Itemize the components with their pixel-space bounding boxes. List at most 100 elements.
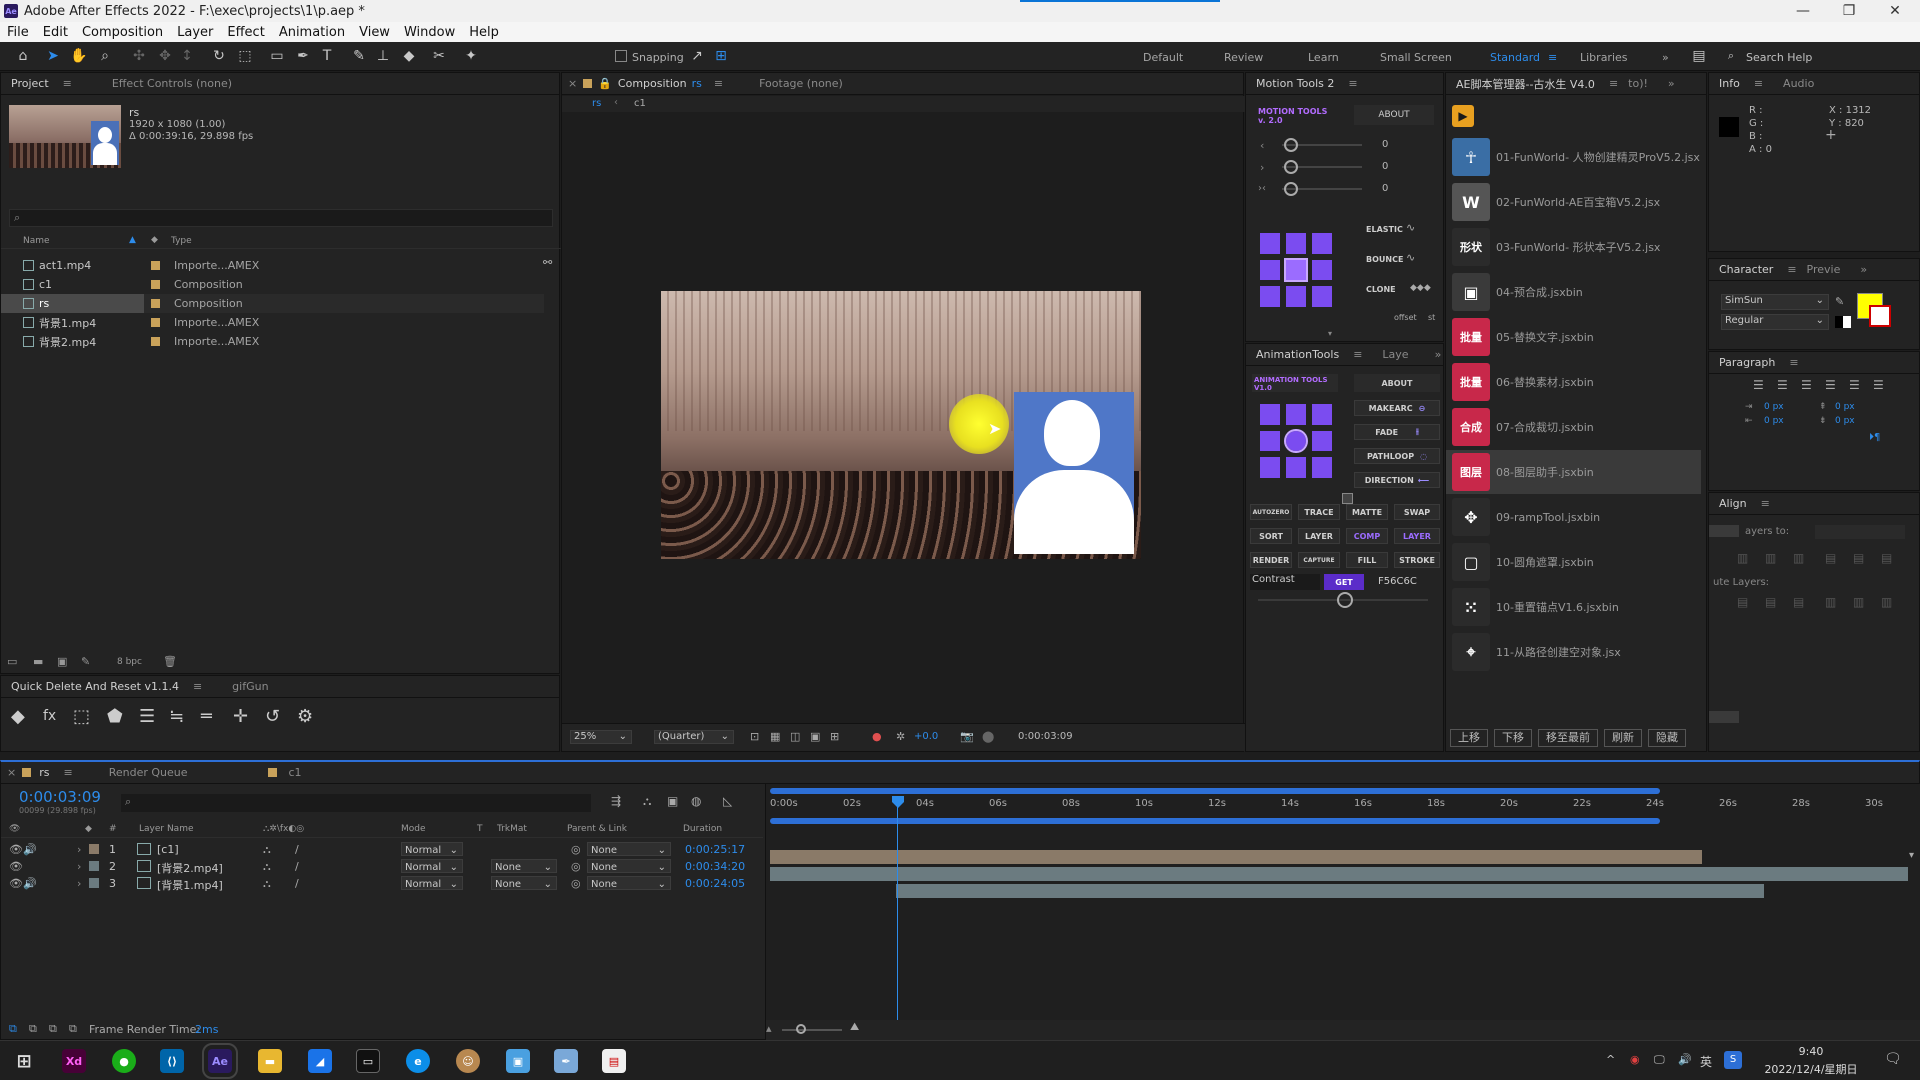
anchor-cell[interactable] bbox=[1260, 404, 1280, 425]
region-icon[interactable]: ▣ bbox=[810, 730, 820, 743]
ease-out-slider[interactable] bbox=[1284, 160, 1298, 174]
parent-pickwhip-icon[interactable]: ◎ bbox=[571, 877, 581, 890]
snapping-checkbox[interactable] bbox=[615, 50, 627, 62]
layer-button[interactable]: LAYER bbox=[1298, 528, 1340, 544]
type-tool-icon[interactable]: T bbox=[318, 47, 336, 65]
anchor-cell[interactable] bbox=[1312, 457, 1332, 478]
align-h-center-icon[interactable]: ▥ bbox=[1765, 551, 1776, 565]
distribute-left-icon[interactable]: ▥ bbox=[1825, 595, 1836, 609]
tray-record-icon[interactable]: ◉ bbox=[1630, 1053, 1640, 1066]
hide-button[interactable]: 隐藏 bbox=[1648, 729, 1686, 747]
expand-transfer-icon[interactable]: ⧉ bbox=[29, 1022, 37, 1036]
col-type[interactable]: Type bbox=[171, 236, 192, 246]
timeline-menu-icon[interactable]: ≡ bbox=[63, 766, 72, 779]
viewer-timecode[interactable]: 0:00:03:09 bbox=[1018, 731, 1073, 742]
animation-tools-menu-icon[interactable]: ≡ bbox=[1353, 348, 1362, 361]
workspace-default[interactable]: Default bbox=[1143, 51, 1183, 64]
collapse-icon[interactable]: ▾ bbox=[1328, 329, 1332, 338]
project-item[interactable]: 背景2.mp4 Importe...AMEX bbox=[1, 332, 556, 351]
tab-tool[interactable]: to)! bbox=[1618, 77, 1658, 90]
tab-audio[interactable]: Audio bbox=[1773, 77, 1824, 90]
layer-row[interactable]: 👁 › 2 [背景2.mp4] ⛬ / Normal ⌄ None ⌄ ◎ None… bbox=[1, 858, 763, 875]
tab-motion-tools[interactable]: Motion Tools 2 bbox=[1246, 77, 1344, 90]
tab-timeline-rs[interactable]: rs bbox=[39, 766, 49, 779]
get-color-button[interactable]: GET bbox=[1324, 574, 1364, 590]
layer-duration[interactable]: 0:00:34:20 bbox=[685, 860, 745, 873]
snap-magnet-icon[interactable]: ↗ bbox=[688, 47, 706, 65]
restore-icon[interactable]: ❐ bbox=[1826, 0, 1872, 22]
sort-asc-icon[interactable]: ▲ bbox=[129, 235, 136, 245]
ime-logo-icon[interactable]: S bbox=[1724, 1051, 1742, 1069]
align-right-icon[interactable]: ☰ bbox=[1801, 378, 1812, 392]
expand-in-out-icon[interactable]: ⧉ bbox=[69, 1022, 77, 1036]
tab-animation-tools[interactable]: AnimationTools bbox=[1246, 348, 1349, 361]
workspace-learn[interactable]: Learn bbox=[1308, 51, 1339, 64]
fade-button[interactable]: FADE ⫲ bbox=[1354, 424, 1440, 440]
direction-button[interactable]: DIRECTION ⟵ bbox=[1354, 472, 1440, 488]
tab-project[interactable]: Project bbox=[1, 77, 59, 90]
work-area-bar[interactable] bbox=[770, 788, 1660, 794]
align-bottom-edges-icon[interactable]: ▤ bbox=[1881, 551, 1892, 565]
bounce-button[interactable]: BOUNCE bbox=[1366, 255, 1403, 264]
motion-about-button[interactable]: ABOUT bbox=[1354, 105, 1434, 125]
stroke-color-swatch[interactable] bbox=[1869, 305, 1891, 327]
breadcrumb-c1[interactable]: c1 bbox=[634, 98, 646, 109]
exposure-value[interactable]: +0.0 bbox=[914, 731, 938, 742]
script-item[interactable]: ⌖ 11-从路径创建空对象.jsx bbox=[1446, 630, 1701, 674]
tab-footage[interactable]: Footage (none) bbox=[749, 77, 853, 90]
tab-comp-name[interactable]: rs bbox=[692, 77, 702, 90]
align-center-icon[interactable]: ☰ bbox=[1777, 378, 1788, 392]
xd-icon[interactable]: Xd bbox=[62, 1049, 86, 1073]
script-item[interactable]: 形状 03-FunWorld- 形状本子V5.2.jsx bbox=[1446, 225, 1701, 269]
hand-tool-icon[interactable]: ✋ bbox=[70, 47, 88, 65]
tray-expand-icon[interactable]: ^ bbox=[1606, 1053, 1615, 1066]
audio-icon[interactable]: 🔊 bbox=[23, 877, 37, 890]
panel-layout-icon[interactable]: ▤ bbox=[1690, 47, 1708, 65]
new-comp-icon[interactable]: ▣ bbox=[57, 655, 67, 668]
comp-menu-icon[interactable]: ≡ bbox=[714, 77, 723, 90]
pen-tool-icon[interactable]: ✒ bbox=[294, 47, 312, 65]
zoom-out-icon[interactable]: ▴ bbox=[766, 1022, 772, 1035]
render-time-toggle-icon[interactable]: ⧉ bbox=[9, 1022, 17, 1036]
anchor-cell[interactable] bbox=[1260, 457, 1280, 478]
equal-icon[interactable]: ═ bbox=[201, 706, 212, 727]
menu-view[interactable]: View bbox=[352, 25, 397, 40]
workspace-overflow-icon[interactable]: » bbox=[1662, 51, 1669, 64]
layer-label-color[interactable] bbox=[89, 861, 99, 871]
anchor-cell[interactable] bbox=[1260, 233, 1280, 254]
script-item[interactable]: ✥ 09-rampTool.jsxbin bbox=[1446, 495, 1701, 539]
parent-select[interactable]: None ⌄ bbox=[587, 842, 671, 856]
graph-editor-icon[interactable]: ◺ bbox=[723, 794, 732, 808]
script-item[interactable]: 批量 06-替换素材.jsxbin bbox=[1446, 360, 1701, 404]
close-icon[interactable]: ✕ bbox=[1872, 0, 1918, 22]
parent-pickwhip-icon[interactable]: ◎ bbox=[571, 860, 581, 873]
zoom-tool-icon[interactable]: ⌕ bbox=[96, 47, 114, 65]
wechat-icon[interactable]: ● bbox=[112, 1049, 136, 1073]
animation-about-button[interactable]: ABOUT bbox=[1354, 374, 1440, 392]
fill-button[interactable]: FILL bbox=[1346, 552, 1388, 568]
tab-composition[interactable]: Composition bbox=[618, 77, 687, 90]
tab-align[interactable]: Align bbox=[1709, 497, 1757, 510]
justify-center-icon[interactable]: ☰ bbox=[1849, 378, 1860, 392]
move-center-icon[interactable]: ✛ bbox=[233, 706, 248, 727]
zoom-select[interactable]: 25% ⌄ bbox=[570, 730, 632, 744]
motion-tools-menu-icon[interactable]: ≡ bbox=[1348, 77, 1357, 90]
network-icon[interactable]: 🖵 bbox=[1654, 1053, 1665, 1067]
orbit-tool-icon[interactable]: ✣ bbox=[130, 47, 148, 65]
mode-select[interactable]: Normal ⌄ bbox=[401, 859, 463, 873]
vscode-icon[interactable]: ⟨⟩ bbox=[160, 1049, 184, 1073]
feather-icon[interactable]: ✒ bbox=[554, 1049, 578, 1073]
trace-button[interactable]: TRACE bbox=[1298, 504, 1340, 520]
time-graph[interactable]: 0:00s 02s 04s 06s 08s 10s 12s 14s 16s 18s 20s 22s 24… bbox=[765, 784, 1920, 1042]
shy-switch-icon[interactable]: ⛬ bbox=[263, 877, 271, 891]
move-to-top-button[interactable]: 移至最前 bbox=[1538, 729, 1598, 747]
motion-blur-icon[interactable]: ◍ bbox=[691, 794, 701, 808]
tab-paragraph[interactable]: Paragraph bbox=[1709, 356, 1785, 369]
align-to-select[interactable] bbox=[1815, 525, 1905, 539]
pathloop-button[interactable]: PATHLOOP ◌ bbox=[1354, 448, 1440, 464]
sort-button[interactable]: SORT bbox=[1250, 528, 1292, 544]
workspace-libraries[interactable]: Libraries bbox=[1580, 51, 1628, 64]
mask-icon[interactable]: ◫ bbox=[790, 730, 800, 743]
parent-select[interactable]: None ⌄ bbox=[587, 876, 671, 890]
workspace-menu-icon[interactable]: ≡ bbox=[1548, 51, 1557, 64]
